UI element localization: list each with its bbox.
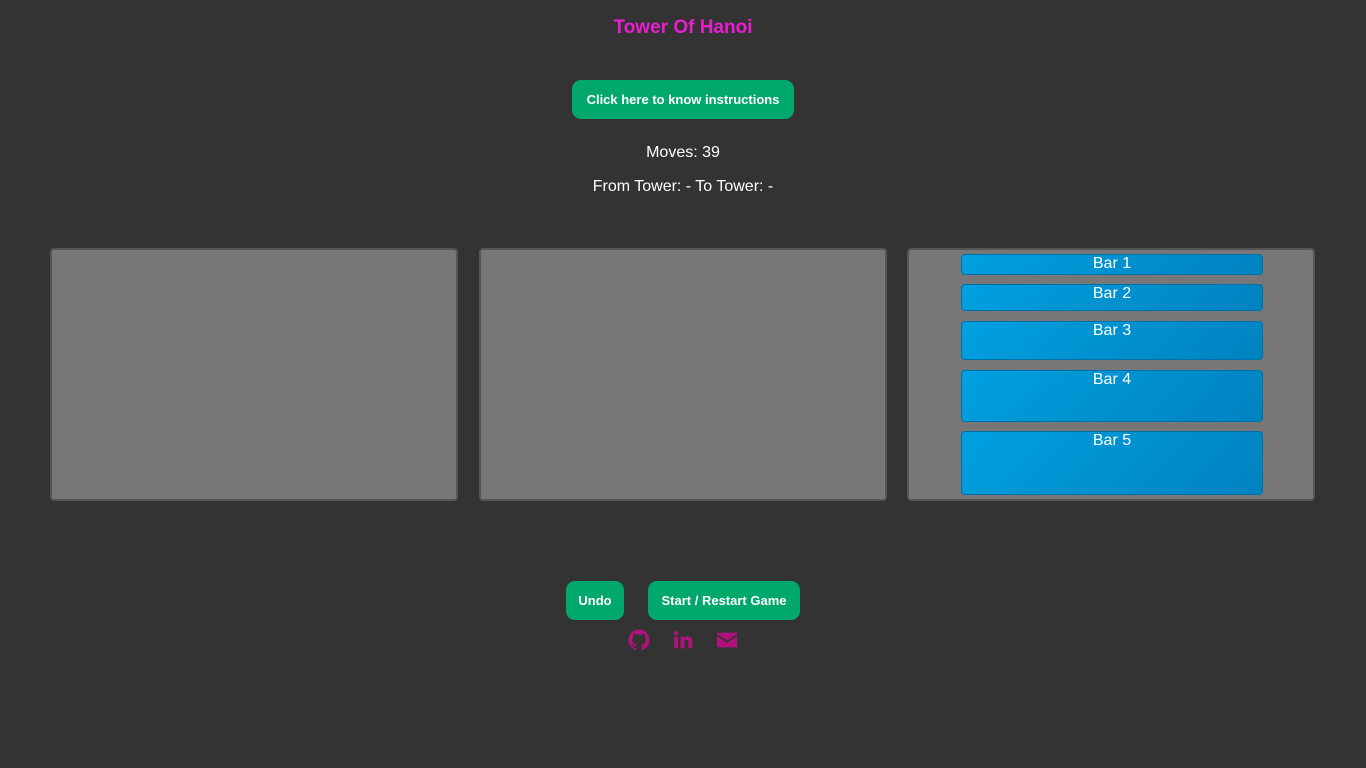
mail-icon — [716, 631, 738, 649]
linkedin-icon — [673, 630, 693, 650]
bar-1[interactable]: Bar 1 — [961, 254, 1263, 275]
github-icon — [628, 629, 650, 651]
instructions-button[interactable]: Click here to know instructions — [572, 80, 794, 119]
bar-3[interactable]: Bar 3 — [961, 321, 1263, 360]
github-link[interactable] — [627, 628, 651, 652]
tower-2[interactable] — [479, 248, 887, 501]
bar-2[interactable]: Bar 2 — [961, 284, 1263, 311]
restart-game-button[interactable]: Start / Restart Game — [648, 581, 800, 620]
tower-1[interactable] — [50, 248, 458, 501]
from-to-tower-status: From Tower: - To Tower: - — [592, 178, 774, 195]
page-title: Tower Of Hanoi — [613, 17, 753, 38]
undo-button[interactable]: Undo — [566, 581, 624, 620]
bar-5[interactable]: Bar 5 — [961, 431, 1263, 495]
tower-3[interactable]: Bar 1 Bar 2 Bar 3 Bar 4 Bar 5 — [907, 248, 1315, 501]
moves-counter: Moves: 39 — [646, 144, 720, 161]
linkedin-link[interactable] — [671, 628, 695, 652]
bar-4[interactable]: Bar 4 — [961, 370, 1263, 422]
email-link[interactable] — [715, 628, 739, 652]
